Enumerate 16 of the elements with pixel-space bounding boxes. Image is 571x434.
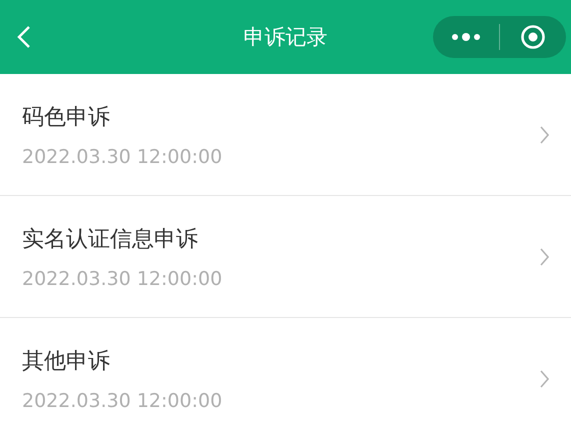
target-icon — [520, 24, 546, 50]
record-title: 码色申诉 — [22, 104, 111, 132]
back-icon — [17, 25, 31, 49]
page-title: 申诉记录 — [244, 24, 328, 51]
record-title: 实名认证信息申诉 — [22, 226, 199, 254]
more-icon — [451, 33, 481, 41]
record-time: 2022.03.30 12:00:00 — [22, 390, 224, 412]
chevron-right-icon — [540, 248, 549, 266]
record-row[interactable]: 实名认证信息申诉 2022.03.30 12:00:00 — [0, 196, 571, 318]
record-row[interactable]: 码色申诉 2022.03.30 12:00:00 — [0, 74, 571, 196]
record-row[interactable]: 其他申诉 2022.03.30 12:00:00 — [0, 318, 571, 434]
chevron-right-icon — [540, 126, 549, 144]
record-time: 2022.03.30 12:00:00 — [22, 268, 224, 290]
chevron-right-icon — [540, 370, 549, 388]
record-title: 其他申诉 — [22, 348, 111, 376]
record-time: 2022.03.30 12:00:00 — [22, 146, 224, 168]
